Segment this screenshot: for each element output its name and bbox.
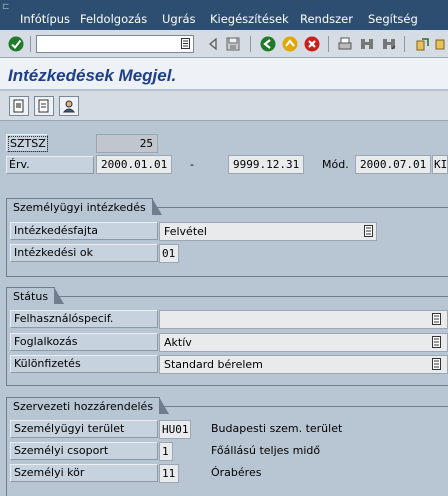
sztsz-field: 25: [96, 134, 158, 153]
find-icon[interactable]: [358, 35, 376, 53]
page-title: Intézkedések Megjel.: [8, 66, 177, 85]
user-specific-field: [159, 310, 448, 329]
menu-ugras[interactable]: Ugrás: [162, 12, 195, 26]
employee-subgroup-code-field: 11: [159, 464, 179, 483]
person-overview-icon[interactable]: [59, 96, 79, 116]
employee-subgroup-label: Személyi kör: [14, 466, 85, 479]
erv-from-field: 2000.01.01: [96, 155, 172, 174]
back-arrow-icon[interactable]: [204, 35, 222, 53]
first-page-icon[interactable]: [414, 35, 432, 53]
employment-value-help-icon[interactable]: [432, 336, 441, 348]
user-specific-value-help-icon[interactable]: [432, 313, 441, 325]
employee-group-label: Személyi csoport: [14, 444, 109, 457]
menu-feldolgozas[interactable]: Feldolgozás: [80, 12, 147, 26]
personal-action-group-title: Személyügyi intézkedés: [6, 198, 162, 215]
menu-kiegeszitesek[interactable]: Kiegészítések: [210, 12, 289, 26]
mod-user-field: KI: [432, 155, 448, 174]
menu-infotipus[interactable]: Infótípus: [20, 12, 70, 26]
toolbar-separator: [250, 36, 251, 52]
command-field[interactable]: [36, 35, 194, 53]
employee-group-code-field: 1: [159, 442, 173, 461]
find-next-icon[interactable]: [380, 35, 398, 53]
menu-rendszer[interactable]: Rendszer: [300, 12, 353, 26]
action-reason-label: Intézkedési ok: [14, 246, 93, 259]
erv-to-field: 9999.12.31: [228, 155, 304, 174]
personnel-area-label: Személyügyi terület: [14, 422, 125, 435]
personnel-area-text: Budapesti szem. terület: [211, 422, 343, 435]
special-payment-value: Standard bérelem: [164, 358, 263, 371]
erv-label: Érv.: [9, 158, 30, 171]
toolbar-separator: [30, 36, 31, 52]
command-dropdown-icon[interactable]: [181, 38, 191, 50]
org-assignment-group-title: Szervezeti hozzárendelés: [6, 397, 170, 414]
menu-segitseg[interactable]: Segítség: [368, 12, 418, 26]
toolbar-separator: [404, 36, 405, 52]
action-type-field: Felvétel: [159, 222, 377, 241]
enter-check-icon[interactable]: [7, 35, 25, 53]
application-toolbar: [0, 91, 448, 121]
print-icon[interactable]: [336, 35, 354, 53]
action-type-value: Felvétel: [164, 225, 207, 238]
copy-record-icon[interactable]: [9, 96, 29, 116]
action-reason-field: 01: [159, 244, 179, 263]
standard-toolbar: [0, 30, 448, 58]
action-type-value-help-icon[interactable]: [364, 225, 373, 237]
toolbar-separator: [328, 36, 329, 52]
date-dash: -: [190, 158, 194, 171]
employment-field: Aktív: [159, 333, 448, 352]
special-payment-label: Különfizetés: [14, 357, 81, 370]
personnel-area-code-field: HU01: [159, 420, 191, 439]
mod-label: Mód.: [322, 158, 349, 171]
exit-yellow-icon[interactable]: [281, 35, 299, 53]
title-bar: Intézkedések Megjel.: [0, 58, 448, 90]
system-menu-icon[interactable]: ⊏: [2, 2, 12, 12]
sztsz-label: SZTSZ: [8, 136, 48, 152]
employment-value: Aktív: [164, 336, 192, 349]
personal-action-group: [6, 207, 448, 277]
status-group-title: Státus: [6, 287, 65, 304]
employee-group-text: Főállású teljes midő: [211, 444, 321, 457]
save-icon[interactable]: [224, 35, 242, 53]
back-green-icon[interactable]: [259, 35, 277, 53]
employment-label: Foglalkozás: [14, 335, 78, 348]
cancel-red-icon[interactable]: [303, 35, 321, 53]
employee-subgroup-text: Órabéres: [211, 466, 262, 479]
user-specific-label: Felhasználóspecif.: [14, 312, 114, 325]
menu-bar: ⊏ Infótípus Feldolgozás Ugrás Kiegészíté…: [0, 0, 448, 30]
mod-date-field: 2000.07.01: [355, 155, 431, 174]
special-payment-value-help-icon[interactable]: [432, 358, 441, 370]
action-type-label: Intézkedésfajta: [14, 224, 99, 237]
display-record-icon[interactable]: [34, 96, 54, 116]
special-payment-field: Standard bérelem: [159, 355, 448, 374]
next-page-icon[interactable]: [434, 35, 448, 53]
